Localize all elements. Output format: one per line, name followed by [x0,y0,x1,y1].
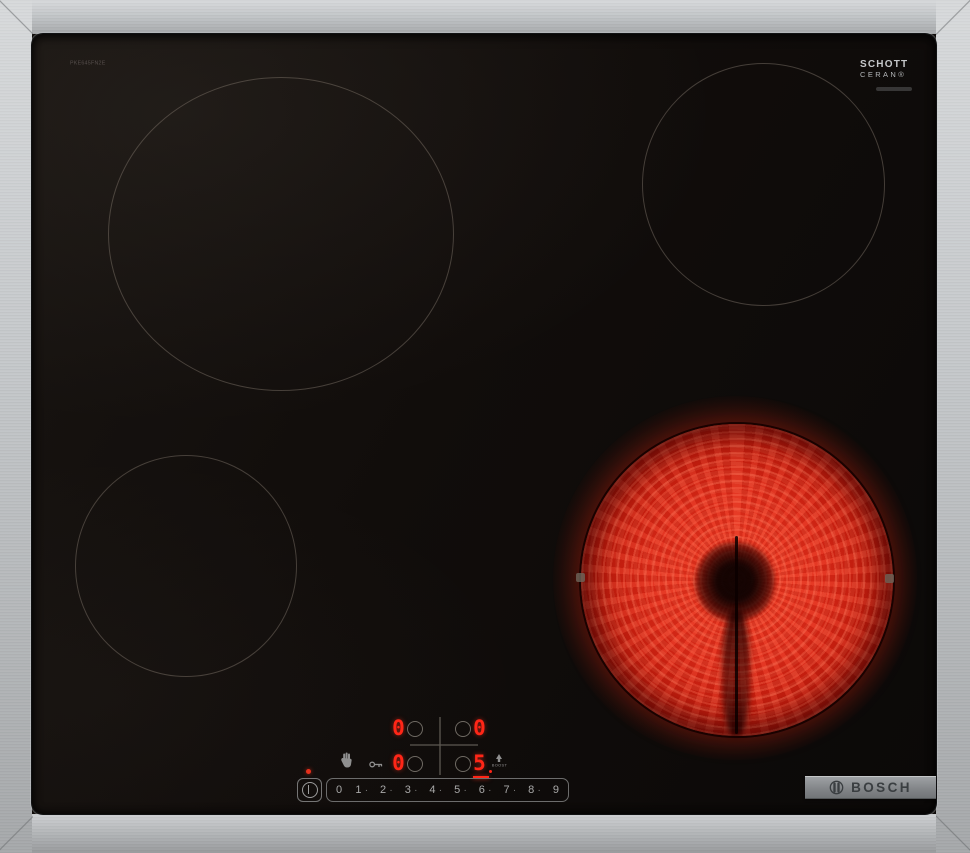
child-lock-button[interactable] [369,758,383,769]
boost-button[interactable]: BOOST [489,754,509,772]
power-button[interactable] [297,778,322,802]
level-5[interactable]: 5 [439,784,460,796]
level-9[interactable]: 9 [538,784,559,796]
pause-hand-button[interactable] [340,752,354,769]
zone-display-rear-left: 0 [392,716,405,740]
element-side-clip-right [885,574,894,583]
level-6[interactable]: 6 [463,784,485,796]
power-icon [301,782,318,798]
level-2[interactable]: 2 [365,784,386,796]
bosch-badge: BOSCH [805,776,936,799]
boost-label: BOOST [491,763,507,768]
cooking-zone-rear-right [642,63,885,306]
frame-right [936,0,970,853]
element-side-clip-left [576,573,585,582]
cooking-zone-front-right-active [579,422,895,738]
zone-display-rear-right: 0 [473,716,486,740]
schott-logo-line2: CERAN® [860,69,907,79]
zone-display-front-right: 5 [473,751,486,775]
power-level-slider[interactable]: 0 1 2 3 4 5 6 7 8 9 [326,778,569,802]
schott-ceran-logo: SCHOTT CERAN® [860,59,909,79]
level-3[interactable]: 3 [389,784,411,796]
cooktop-appliance: PKE645FN2E SCHOTT CERAN® 0 0 0 5 BOOST 0… [0,0,970,853]
cooking-zone-front-left [75,455,297,677]
key-icon [369,761,383,768]
frame-left [0,0,32,853]
element-sensor-line [735,536,738,734]
frame-top [0,0,970,34]
level-0[interactable]: 0 [336,784,342,796]
hand-icon [341,752,352,768]
level-8[interactable]: 8 [513,784,534,796]
frame-bottom [0,814,970,853]
zone-select-front-right[interactable] [455,756,471,772]
boost-icon [496,754,502,762]
schott-logo-line1: SCHOTT [860,59,909,70]
brand-text: BOSCH [851,780,912,795]
zone-select-rear-right[interactable] [455,721,471,737]
power-indicator-dot [306,769,311,774]
zone-display-front-left: 0 [392,751,405,775]
zone-select-rear-left[interactable] [407,721,423,737]
zone-select-front-left[interactable] [407,756,423,772]
level-1[interactable]: 1 [355,784,361,796]
bosch-symbol-icon [829,780,844,795]
model-number: PKE645FN2E [70,60,106,66]
ceran-microtext [876,87,912,91]
level-4[interactable]: 4 [414,784,435,796]
level-7[interactable]: 7 [488,784,509,796]
cooking-zone-rear-left [108,77,454,391]
